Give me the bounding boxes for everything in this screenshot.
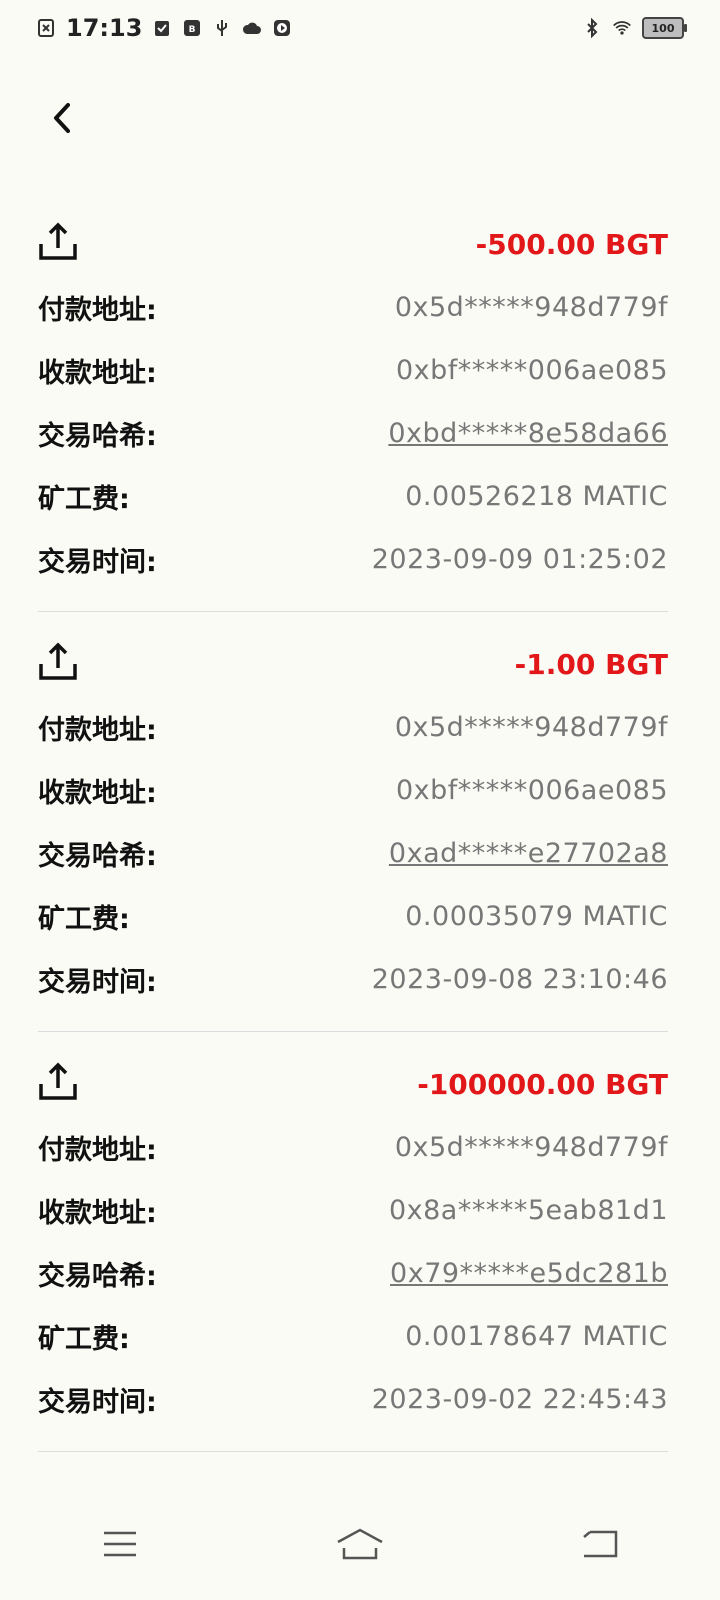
detail-row: 交易时间: 2023-09-09 01:25:02 xyxy=(38,528,668,591)
detail-value: 0x8a*****5eab81d1 xyxy=(388,1195,668,1226)
detail-label: 付款地址: xyxy=(38,1135,157,1166)
upload-icon xyxy=(38,222,78,266)
transaction-header: +87948155.99 BGT xyxy=(38,1472,668,1484)
detail-value: 0xbf*****006ae085 xyxy=(395,775,668,806)
tx-hash-link[interactable]: 0xad*****e27702a8 xyxy=(389,838,668,869)
detail-label: 矿工费: xyxy=(38,1324,130,1355)
detail-label: 交易哈希: xyxy=(38,841,157,872)
detail-label: 交易时间: xyxy=(38,547,157,578)
detail-value: 0x5d*****948d779f xyxy=(394,712,668,743)
detail-label: 付款地址: xyxy=(38,715,157,746)
transaction-item[interactable]: -1.00 BGT 付款地址: 0x5d*****948d779f 收款地址: 0xbf… xyxy=(38,632,668,1032)
return-icon xyxy=(583,1530,618,1558)
transaction-header: -100000.00 BGT xyxy=(38,1052,668,1116)
detail-value: 0.00526218 MATIC xyxy=(405,481,668,512)
sim-icon xyxy=(38,19,54,37)
battery-icon: 100 xyxy=(642,17,687,39)
divider xyxy=(38,611,668,612)
detail-row: 交易哈希: 0xad*****e27702a8 xyxy=(38,822,668,885)
detail-value: 0.00178647 MATIC xyxy=(405,1321,668,1352)
transaction-header: -1.00 BGT xyxy=(38,632,668,696)
download-icon xyxy=(38,1482,78,1484)
menu-button[interactable] xyxy=(80,1514,160,1574)
detail-row: 矿工费: 0.00035079 MATIC xyxy=(38,885,668,948)
detail-row: 交易哈希: 0xbd*****8e58da66 xyxy=(38,402,668,465)
detail-value: 2023-09-08 23:10:46 xyxy=(371,964,668,995)
detail-row: 付款地址: 0x5d*****948d779f xyxy=(38,276,668,339)
back-button[interactable] xyxy=(40,96,84,140)
tx-hash-link[interactable]: 0x79*****e5dc281b xyxy=(390,1258,668,1289)
detail-label: 收款地址: xyxy=(38,778,157,809)
detail-row: 收款地址: 0x8a*****5eab81d1 xyxy=(38,1179,668,1242)
usb-debug-icon: B xyxy=(184,20,201,36)
bluetooth-icon xyxy=(587,18,598,38)
detail-value: 2023-09-09 01:25:02 xyxy=(371,544,668,575)
detail-label: 交易时间: xyxy=(38,1387,157,1418)
detail-label: 交易哈希: xyxy=(38,421,157,452)
transaction-list[interactable]: -500.00 BGT 付款地址: 0x5d*****948d779f 收款地址: 0x… xyxy=(38,212,668,1484)
detail-label: 交易哈希: xyxy=(38,1261,157,1292)
battery-level: 100 xyxy=(651,21,675,35)
svg-text:B: B xyxy=(189,25,196,35)
detail-row: 交易时间: 2023-09-02 22:45:43 xyxy=(38,1368,668,1431)
detail-label: 矿工费: xyxy=(38,484,130,515)
detail-value: 0.00035079 MATIC xyxy=(405,901,668,932)
status-bar: 17:13 B 100 xyxy=(0,0,720,56)
transaction-header: -500.00 BGT xyxy=(38,212,668,276)
detail-row: 收款地址: 0xbf*****006ae085 xyxy=(38,759,668,822)
usb-icon xyxy=(217,20,228,36)
detail-row: 交易哈希: 0x79*****e5dc281b xyxy=(38,1242,668,1305)
transaction-item[interactable]: -100000.00 BGT 付款地址: 0x5d*****948d779f 收款地址… xyxy=(38,1052,668,1452)
return-button[interactable] xyxy=(560,1514,640,1574)
upload-icon xyxy=(38,1062,78,1106)
detail-label: 付款地址: xyxy=(38,295,157,326)
transaction-item[interactable]: -500.00 BGT 付款地址: 0x5d*****948d779f 收款地址: 0x… xyxy=(38,212,668,612)
detail-row: 收款地址: 0xbf*****006ae085 xyxy=(38,339,668,402)
detail-value: 0x5d*****948d779f xyxy=(394,1132,668,1163)
cloud-icon xyxy=(243,22,262,34)
detail-row: 付款地址: 0x5d*****948d779f xyxy=(38,1116,668,1179)
home-icon xyxy=(337,1528,383,1560)
divider xyxy=(38,1451,668,1452)
detail-label: 矿工费: xyxy=(38,904,130,935)
wifi-icon xyxy=(613,21,631,35)
detail-label: 收款地址: xyxy=(38,358,157,389)
detail-label: 交易时间: xyxy=(38,967,157,998)
detail-row: 矿工费: 0.00526218 MATIC xyxy=(38,465,668,528)
home-button[interactable] xyxy=(320,1514,400,1574)
status-left: 17:13 B xyxy=(36,14,292,42)
detail-value: 0x5d*****948d779f xyxy=(394,292,668,323)
chevron-left-icon xyxy=(54,103,70,133)
clock: 17:13 xyxy=(66,14,143,42)
system-nav-bar xyxy=(0,1488,720,1600)
detail-row: 交易时间: 2023-09-08 23:10:46 xyxy=(38,948,668,1011)
transaction-amount: -500.00 BGT xyxy=(475,227,668,261)
transaction-amount: -100000.00 BGT xyxy=(417,1067,668,1101)
status-right: 100 xyxy=(582,17,687,39)
detail-row: 矿工费: 0.00178647 MATIC xyxy=(38,1305,668,1368)
upload-icon xyxy=(38,642,78,686)
detail-label: 收款地址: xyxy=(38,1198,157,1229)
transaction-item[interactable]: +87948155.99 BGT xyxy=(38,1472,668,1484)
detail-value: 2023-09-02 22:45:43 xyxy=(371,1384,668,1415)
clipboard-icon xyxy=(155,21,170,36)
transaction-amount: -1.00 BGT xyxy=(514,647,668,681)
detail-row: 付款地址: 0x5d*****948d779f xyxy=(38,696,668,759)
detail-value: 0xbf*****006ae085 xyxy=(395,355,668,386)
divider xyxy=(38,1031,668,1032)
menu-icon xyxy=(104,1531,136,1557)
tx-hash-link[interactable]: 0xbd*****8e58da66 xyxy=(388,418,668,449)
play-icon xyxy=(274,20,291,36)
